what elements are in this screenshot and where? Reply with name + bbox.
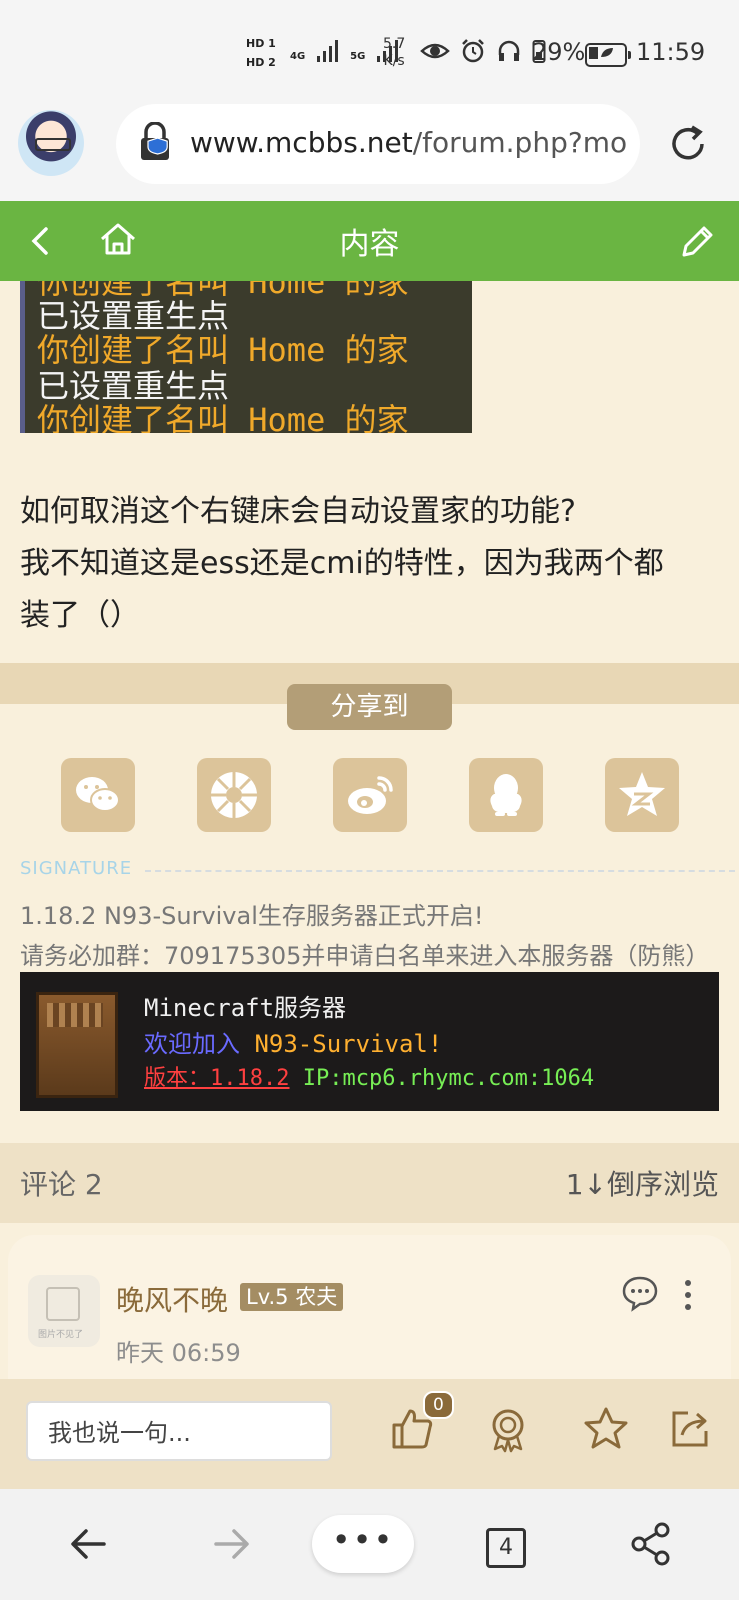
tabs-count-button[interactable]: 4	[486, 1528, 526, 1568]
browser-toolbar: www.mcbbs.net/forum.php?mod=	[0, 100, 739, 201]
network-speed: 5.7 K/s	[383, 36, 405, 70]
comments-header: 评论 2 1↓倒序浏览	[0, 1143, 739, 1223]
qzone-icon	[619, 772, 665, 816]
url-path: /forum.php?mod=	[412, 126, 626, 159]
clock: 11:59	[636, 38, 706, 66]
post-body: 如何取消这个右键床会自动设置家的功能? 我不知道这是ess还是cmi的特性，因为…	[20, 486, 720, 642]
banner-version-line: 版本：1.18.2 IP:mcp6.rhymc.com:1064	[144, 1060, 594, 1092]
comment-time: 昨天 06:59	[116, 1339, 241, 1367]
share-icon[interactable]	[666, 1405, 714, 1453]
commenter-avatar[interactable]: 图片不见了	[28, 1275, 100, 1347]
award-medal-icon[interactable]	[484, 1405, 532, 1453]
sort-reverse-button[interactable]: 1↓倒序浏览	[566, 1163, 719, 1203]
signature-banner-image[interactable]: Minecraft服务器 欢迎加入 N93-Survival! 版本：1.18.…	[20, 972, 719, 1111]
signature-text: 请务必加群：709175305并申请白名单来进入本服务器（防熊）	[20, 942, 710, 970]
share-moments-button[interactable]	[197, 758, 271, 832]
banner-server-name: N93-Survival!	[254, 1030, 443, 1058]
banner-welcome: 欢迎加入	[144, 1030, 240, 1058]
profile-avatar[interactable]	[18, 110, 84, 176]
page-title: 内容	[339, 227, 400, 262]
comment-action-bar: 我也说一句... 0	[0, 1379, 739, 1489]
hd2-label: HD 2	[246, 56, 276, 69]
browser-navbar: •••	[0, 1489, 739, 1600]
share-buttons	[0, 758, 739, 833]
address-bar[interactable]: www.mcbbs.net/forum.php?mod=	[116, 104, 640, 184]
post-line: 如何取消这个右键床会自动设置家的功能?	[20, 494, 576, 529]
share-label: 分享到	[287, 684, 452, 730]
battery-icon	[585, 43, 631, 67]
chat-line: 你创建了名叫 Home 的家	[37, 401, 409, 433]
qq-icon	[490, 774, 522, 816]
banner-welcome-line: 欢迎加入 N93-Survival!	[144, 1024, 442, 1059]
banner-ip: IP:mcp6.rhymc.com:1064	[302, 1066, 595, 1091]
reply-bubble-icon[interactable]	[620, 1273, 660, 1313]
url-host: www.mcbbs.net	[190, 126, 413, 159]
post-image-chat-log: 你创建了名叫 Home 的家 已设置重生点 你创建了名叫 Home 的家 已设置…	[20, 281, 472, 433]
hd1-label: HD 1	[246, 37, 276, 50]
reply-input[interactable]: 我也说一句...	[26, 1401, 332, 1461]
post-line: 我不知道这是ess还是cmi的特性，因为我两个都	[20, 546, 664, 581]
page-header: 内容	[0, 201, 739, 281]
star-favorite-icon[interactable]	[582, 1405, 630, 1453]
battery-percent: 29%	[532, 38, 586, 66]
comment-item: 图片不见了 晚风不晚 Lv.5 农夫 昨天 06:59	[8, 1235, 731, 1385]
nav-share-icon[interactable]	[626, 1519, 676, 1569]
share-qq-button[interactable]	[469, 758, 543, 832]
wechat-icon	[76, 777, 120, 812]
hd-indicators: HD 1 HD 2	[246, 34, 276, 72]
signature-label: SIGNATURE	[20, 858, 133, 879]
moments-icon	[211, 772, 257, 818]
signal-icon	[317, 36, 339, 62]
nav-menu-button[interactable]: •••	[312, 1515, 414, 1573]
alarm-icon	[462, 39, 484, 63]
user-level-badge: Lv.5 农夫	[240, 1283, 344, 1311]
avatar-placeholder-text: 图片不见了	[38, 1330, 84, 1340]
speed-value: 5.7	[383, 36, 406, 52]
speed-unit: K/s	[383, 53, 405, 69]
net1-label: 4G	[290, 51, 306, 62]
nav-forward-icon[interactable]	[206, 1519, 256, 1569]
signature-divider	[145, 870, 735, 872]
url-text[interactable]: www.mcbbs.net/forum.php?mod=	[190, 126, 626, 159]
commenter-name[interactable]: 晚风不晚	[116, 1279, 228, 1319]
more-vertical-icon[interactable]	[682, 1277, 694, 1313]
banner-title: Minecraft服务器	[144, 994, 347, 1022]
banner-version: 1.18.2	[210, 1066, 290, 1091]
share-weibo-button[interactable]	[333, 758, 407, 832]
headset-icon	[498, 40, 520, 61]
comments-count: 评论 2	[20, 1168, 103, 1201]
status-icons	[420, 38, 546, 64]
status-bar: HD 1 HD 2 4G 5G 5.7 K/s 29% 11:59	[0, 0, 739, 100]
crafting-table-image	[36, 992, 118, 1098]
nav-back-icon[interactable]	[64, 1519, 114, 1569]
banner-version-label: 版本：	[144, 1066, 211, 1091]
secure-lock-icon	[141, 122, 169, 160]
weibo-icon	[348, 776, 393, 814]
signature-text: 1.18.2 N93-Survival生存服务器正式开启!	[20, 902, 484, 930]
share-wechat-button[interactable]	[61, 758, 135, 832]
more-dots-icon: •••	[331, 1521, 395, 1559]
like-count-badge: 0	[423, 1391, 454, 1419]
share-qzone-button[interactable]	[605, 758, 679, 832]
post-line: 装了（）	[20, 598, 140, 633]
edit-pencil-icon[interactable]	[676, 219, 720, 263]
reload-icon[interactable]	[666, 122, 710, 166]
net2-label: 5G	[350, 51, 366, 62]
eye-icon	[420, 43, 450, 59]
